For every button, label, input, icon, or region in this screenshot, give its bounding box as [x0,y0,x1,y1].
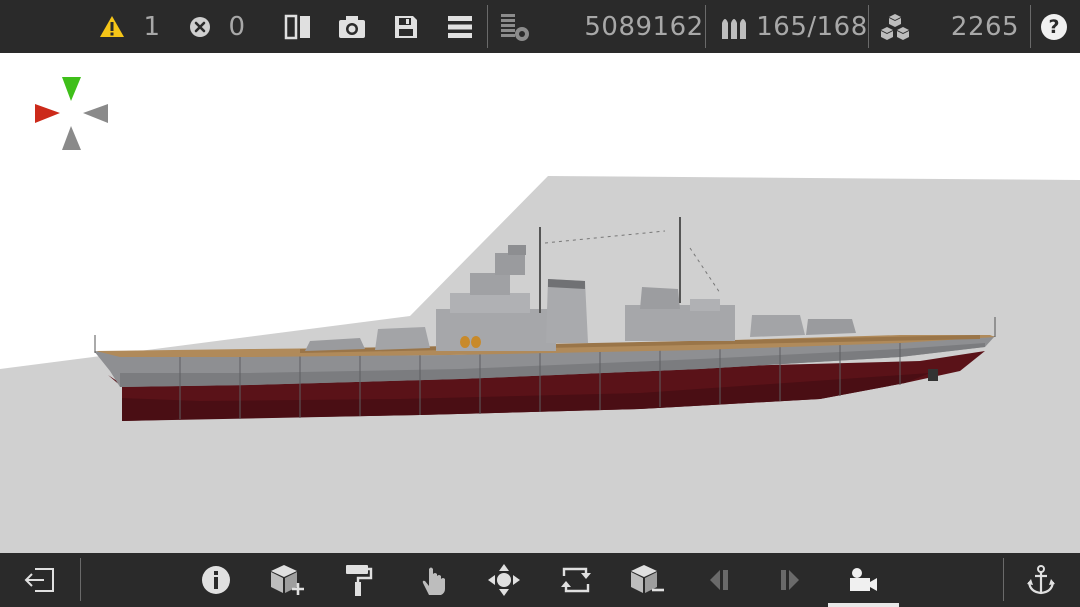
toolbar-divider [1030,5,1031,48]
next-icon[interactable] [765,553,815,607]
ammo-icon [716,0,752,53]
3d-viewport[interactable] [0,53,1080,553]
orientation-gizmo[interactable] [35,77,108,150]
mass-value: 5089162 [584,11,704,42]
blocks-value: 2265 [950,11,1020,42]
rotate-icon[interactable] [551,553,601,607]
add-block-icon[interactable] [262,553,312,607]
bottom-toolbar [0,553,1080,607]
anchor-icon[interactable] [1016,553,1066,607]
mirror-icon[interactable] [280,0,316,53]
mass-icon [496,0,534,53]
move-icon[interactable] [479,553,529,607]
toolbar-divider [868,5,869,48]
toolbar-divider [487,5,488,48]
ammo-value: 165/168 [756,11,868,42]
menu-icon[interactable] [442,0,478,53]
toolbar-divider [80,558,81,601]
help-icon[interactable]: ? [1038,0,1070,53]
hand-icon[interactable] [409,553,459,607]
active-tab-indicator [828,603,899,607]
warnings-count: 1 [143,11,161,42]
toolbar-divider [705,5,706,48]
errors-count: 0 [228,11,246,42]
exit-icon[interactable] [15,553,65,607]
warning-triangle-icon[interactable] [96,0,128,53]
error-circle-icon[interactable] [186,0,214,53]
remove-block-icon[interactable] [622,553,672,607]
top-toolbar: 1 0 5089162 165/168 2265 ? [0,0,1080,53]
save-icon[interactable] [388,0,424,53]
help-label: ? [1041,13,1067,40]
previous-icon[interactable] [694,553,744,607]
camera-mode-icon[interactable] [838,553,888,607]
toolbar-divider [1003,558,1004,601]
info-icon[interactable] [191,553,241,607]
blocks-icon [876,0,914,53]
camera-icon[interactable] [334,0,370,53]
paint-roller-icon[interactable] [333,553,383,607]
